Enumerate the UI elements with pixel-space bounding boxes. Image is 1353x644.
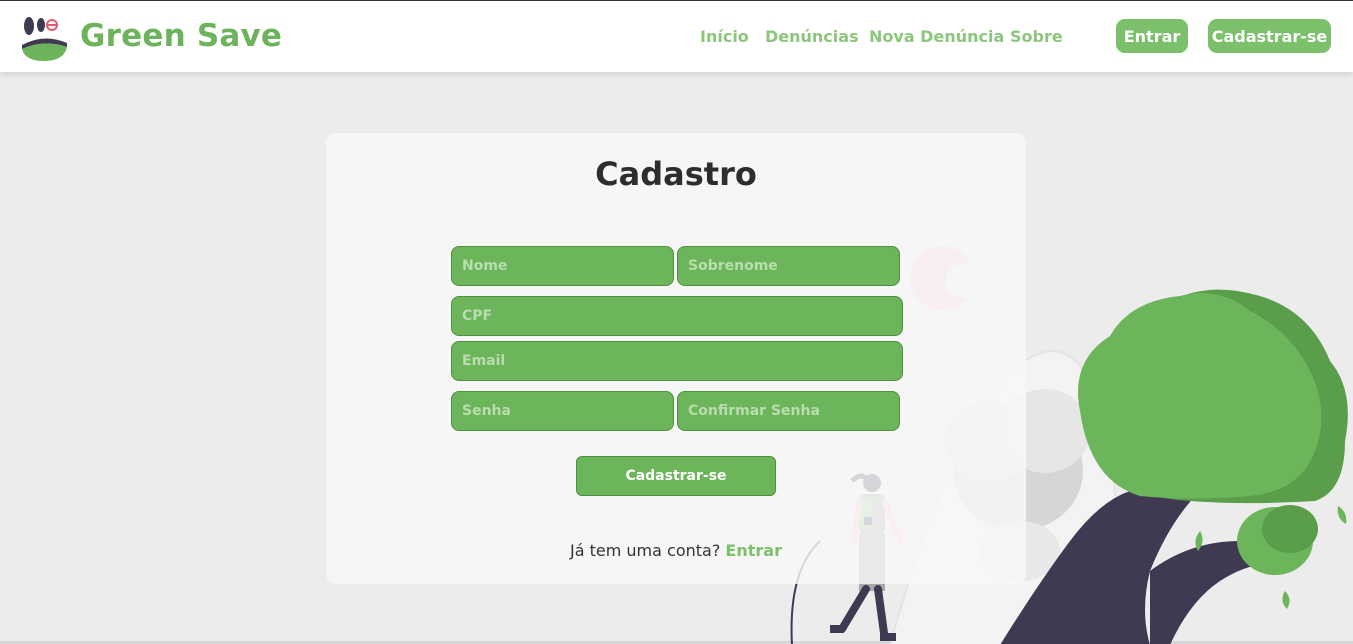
nav-link-inicio[interactable]: Início: [700, 27, 749, 46]
submit-button[interactable]: Cadastrar-se: [576, 456, 776, 496]
have-account-text: Já tem uma conta?: [570, 541, 721, 560]
signup-card: Cadastro Nome Sobrenome CPF Email Senha …: [326, 133, 1026, 584]
login-link[interactable]: Entrar: [725, 541, 782, 560]
signup-button[interactable]: Cadastrar-se: [1208, 19, 1331, 53]
page-title: Cadastro: [595, 155, 757, 193]
nome-field[interactable]: Nome: [451, 246, 674, 286]
sobrenome-field[interactable]: Sobrenome: [677, 246, 900, 286]
confirmar-senha-field[interactable]: Confirmar Senha: [677, 391, 900, 431]
navbar: Green Save Início Denúncias Nova Denúnci…: [0, 1, 1353, 72]
senha-field[interactable]: Senha: [451, 391, 674, 431]
nav-link-sobre[interactable]: Sobre: [1010, 27, 1063, 46]
cpf-field[interactable]: CPF: [451, 296, 903, 336]
nav-link-nova-denuncia[interactable]: Nova Denúncia: [869, 27, 1004, 46]
small-green-bush: [1237, 505, 1318, 575]
nav-link-denuncias[interactable]: Denúncias: [765, 27, 859, 46]
brand-name[interactable]: Green Save: [80, 18, 282, 54]
logo-icon[interactable]: [19, 13, 69, 63]
login-prompt: Já tem uma conta? Entrar: [326, 541, 1026, 560]
tree-canopy: [1078, 289, 1348, 504]
login-button[interactable]: Entrar: [1116, 19, 1188, 53]
email-field[interactable]: Email: [451, 341, 903, 381]
